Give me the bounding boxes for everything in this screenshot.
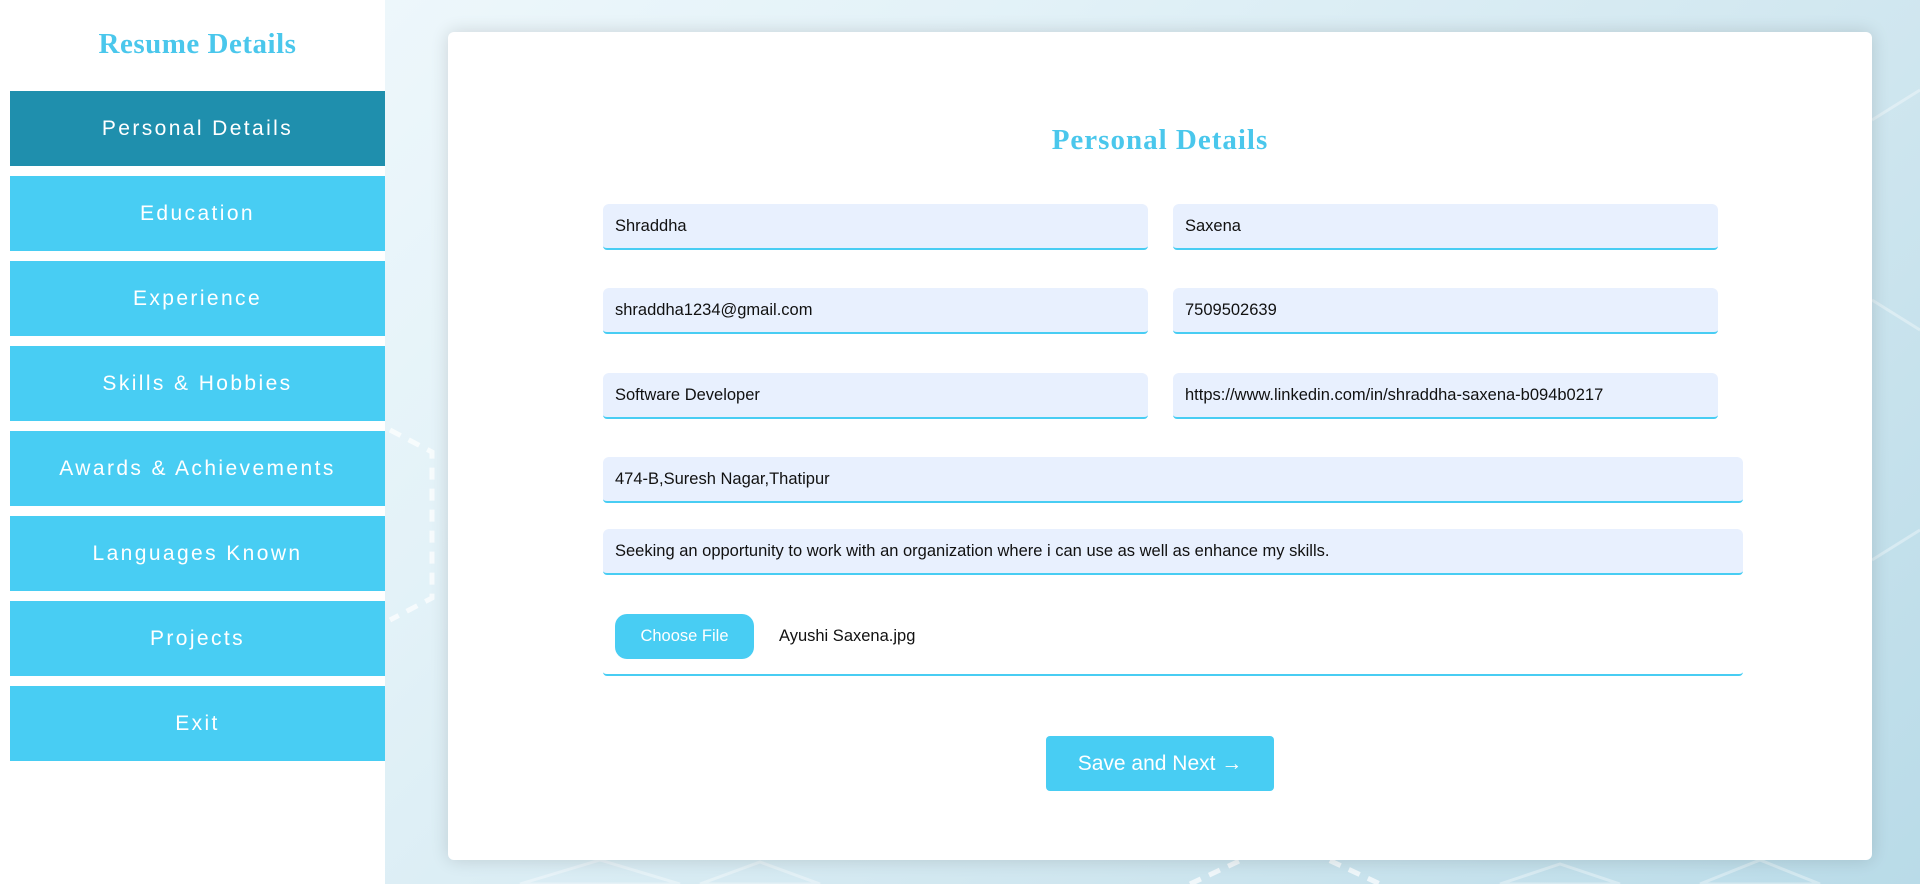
sidebar-item-personal-details[interactable]: Personal Details [10, 91, 385, 166]
sidebar-item-languages-known[interactable]: Languages Known [10, 516, 385, 591]
selected-file-name: Ayushi Saxena.jpg [779, 627, 916, 645]
choose-file-button[interactable]: Choose File [615, 614, 754, 659]
linkedin-field[interactable]: https://www.linkedin.com/in/shraddha-sax… [1173, 373, 1718, 419]
save-and-next-button[interactable]: Save and Next → [1046, 736, 1274, 791]
sidebar-title: Resume Details [98, 28, 297, 60]
sidebar-item-awards-achievements[interactable]: Awards & Achievements [10, 431, 385, 506]
personal-details-card: Personal Details Shraddha Saxena shraddh… [448, 32, 1872, 860]
phone-field[interactable]: 7509502639 [1173, 288, 1718, 334]
designation-field[interactable]: Software Developer [603, 373, 1148, 419]
first-name-field[interactable]: Shraddha [603, 204, 1148, 250]
email-field[interactable]: shraddha1234@gmail.com [603, 288, 1148, 334]
sidebar-nav: Personal Details Education Experience Sk… [10, 91, 385, 771]
sidebar-item-projects[interactable]: Projects [10, 601, 385, 676]
sidebar-item-experience[interactable]: Experience [10, 261, 385, 336]
sidebar: Resume Details Personal Details Educatio… [0, 0, 385, 884]
sidebar-item-exit[interactable]: Exit [10, 686, 385, 761]
sidebar-item-skills-hobbies[interactable]: Skills & Hobbies [10, 346, 385, 421]
last-name-field[interactable]: Saxena [1173, 204, 1718, 250]
objective-field[interactable]: Seeking an opportunity to work with an o… [603, 529, 1743, 575]
photo-upload-field: Choose File Ayushi Saxena.jpg [603, 610, 1743, 676]
page-title: Personal Details [1051, 124, 1269, 156]
sidebar-item-education[interactable]: Education [10, 176, 385, 251]
address-field[interactable]: 474-B,Suresh Nagar,Thatipur [603, 457, 1743, 503]
